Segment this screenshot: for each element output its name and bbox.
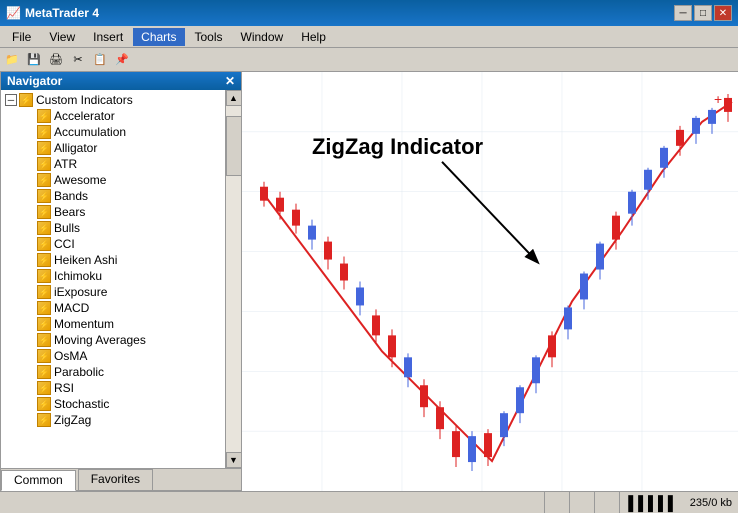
title-bar-controls: ─ □ ✕ [674, 5, 732, 21]
title-bar: 📈 MetaTrader 4 ─ □ ✕ [0, 0, 738, 26]
navigator-panel: Navigator ✕ ─ ⚡ Custom Indicators ⚡Accel… [0, 72, 242, 491]
tab-favorites[interactable]: Favorites [78, 469, 153, 490]
menu-insert[interactable]: Insert [85, 28, 131, 46]
expand-icon[interactable]: ─ [5, 94, 17, 106]
menu-file[interactable]: File [4, 28, 39, 46]
svg-text:ZigZag Indicator: ZigZag Indicator [312, 134, 484, 159]
tree-item-parabolic[interactable]: ⚡Parabolic [1, 364, 225, 380]
nav-tabs: Common Favorites [1, 468, 241, 490]
toolbar-btn-3[interactable]: 🖨 [46, 50, 66, 70]
close-button[interactable]: ✕ [714, 5, 732, 21]
tree-item-bulls[interactable]: ⚡Bulls [1, 220, 225, 236]
ind-icon-macd: ⚡ [37, 301, 51, 315]
ind-icon-momentum: ⚡ [37, 317, 51, 331]
maximize-button[interactable]: □ [694, 5, 712, 21]
ind-icon-bulls: ⚡ [37, 221, 51, 235]
menu-help[interactable]: Help [293, 28, 334, 46]
toolbar-btn-6[interactable]: 📌 [112, 50, 132, 70]
menu-window[interactable]: Window [233, 28, 292, 46]
status-segment-2 [553, 492, 570, 513]
tree-item-moving-averages[interactable]: ⚡Moving Averages [1, 332, 225, 348]
toolbar: 📁 💾 🖨 ✂ 📋 📌 [0, 48, 738, 72]
ind-icon-iexposure: ⚡ [37, 285, 51, 299]
toolbar-btn-4[interactable]: ✂ [68, 50, 88, 70]
ind-icon-stochastic: ⚡ [37, 397, 51, 411]
app-icon: 📈 [6, 6, 21, 20]
ind-icon-accumulation: ⚡ [37, 125, 51, 139]
nav-scroll-thumb[interactable] [226, 116, 242, 176]
tree-item-zigzag[interactable]: ⚡ZigZag [1, 412, 225, 428]
ind-icon-heiken-ashi: ⚡ [37, 253, 51, 267]
status-segment-4 [603, 492, 620, 513]
tree-item-momentum[interactable]: ⚡Momentum [1, 316, 225, 332]
toolbar-btn-5[interactable]: 📋 [90, 50, 110, 70]
tab-common[interactable]: Common [1, 470, 76, 491]
minimize-button[interactable]: ─ [674, 5, 692, 21]
tree-item-macd[interactable]: ⚡MACD [1, 300, 225, 316]
nav-scroll-track [226, 106, 242, 452]
ind-icon-awesome: ⚡ [37, 173, 51, 187]
tree-item-stochastic[interactable]: ⚡Stochastic [1, 396, 225, 412]
ind-icon-cci: ⚡ [37, 237, 51, 251]
tree-item-rsi[interactable]: ⚡RSI [1, 380, 225, 396]
ind-icon-moving-averages: ⚡ [37, 333, 51, 347]
tree-item-alligator[interactable]: ⚡Alligator [1, 140, 225, 156]
tree-root-custom-indicators[interactable]: ─ ⚡ Custom Indicators [1, 92, 225, 108]
tree-item-bears[interactable]: ⚡Bears [1, 204, 225, 220]
nav-scroll-down-button[interactable]: ▼ [226, 452, 242, 468]
tree-item-bands[interactable]: ⚡Bands [1, 188, 225, 204]
ind-icon-rsi: ⚡ [37, 381, 51, 395]
nav-scroll-up-button[interactable]: ▲ [226, 90, 242, 106]
status-segment-1 [528, 492, 545, 513]
tree-item-iexposure[interactable]: ⚡iExposure [1, 284, 225, 300]
nav-scrollbar: ▲ ▼ [225, 90, 241, 468]
tree-item-accumulation[interactable]: ⚡Accumulation [1, 124, 225, 140]
menu-view[interactable]: View [41, 28, 83, 46]
tree-root-label: Custom Indicators [36, 93, 133, 107]
menu-tools[interactable]: Tools [187, 28, 231, 46]
tree-item-atr[interactable]: ⚡ATR [1, 156, 225, 172]
menu-charts[interactable]: Charts [133, 28, 184, 46]
menu-bar: File View Insert Charts Tools Window Hel… [0, 26, 738, 48]
status-bars-icon: ▌▌▌▌▌ [628, 495, 678, 511]
ind-icon-bands: ⚡ [37, 189, 51, 203]
svg-text:+: + [714, 91, 722, 107]
tree-item-ichimoku[interactable]: ⚡Ichimoku [1, 268, 225, 284]
nav-tree: ─ ⚡ Custom Indicators ⚡Accelerator ⚡Accu… [1, 90, 241, 468]
ind-icon-bears: ⚡ [37, 205, 51, 219]
app-title: MetaTrader 4 [25, 6, 99, 20]
tree-item-osma[interactable]: ⚡OsMA [1, 348, 225, 364]
ind-icon-atr: ⚡ [37, 157, 51, 171]
status-bar: ▌▌▌▌▌ 235/0 kb [0, 491, 738, 513]
ind-icon-ichimoku: ⚡ [37, 269, 51, 283]
toolbar-btn-1[interactable]: 📁 [2, 50, 22, 70]
ind-icon-zigzag: ⚡ [37, 413, 51, 427]
main-area: Navigator ✕ ─ ⚡ Custom Indicators ⚡Accel… [0, 72, 738, 491]
chart-area: ZigZag Indicator + [242, 72, 738, 491]
tree-item-awesome[interactable]: ⚡Awesome [1, 172, 225, 188]
status-memory: 235/0 kb [690, 497, 732, 509]
navigator-label: Navigator [7, 74, 62, 88]
ind-icon-alligator: ⚡ [37, 141, 51, 155]
toolbar-btn-2[interactable]: 💾 [24, 50, 44, 70]
tree-item-heiken-ashi[interactable]: ⚡Heiken Ashi [1, 252, 225, 268]
chart-svg: ZigZag Indicator + [242, 72, 738, 491]
navigator-close-button[interactable]: ✕ [225, 74, 235, 88]
tree-item-accelerator[interactable]: ⚡Accelerator [1, 108, 225, 124]
tree-item-cci[interactable]: ⚡CCI [1, 236, 225, 252]
ind-icon-osma: ⚡ [37, 349, 51, 363]
navigator-title-bar: Navigator ✕ [1, 72, 241, 90]
status-segment-3 [578, 492, 595, 513]
ind-icon-accelerator: ⚡ [37, 109, 51, 123]
title-bar-left: 📈 MetaTrader 4 [6, 6, 99, 20]
ind-icon-parabolic: ⚡ [37, 365, 51, 379]
folder-icon: ⚡ [19, 93, 33, 107]
